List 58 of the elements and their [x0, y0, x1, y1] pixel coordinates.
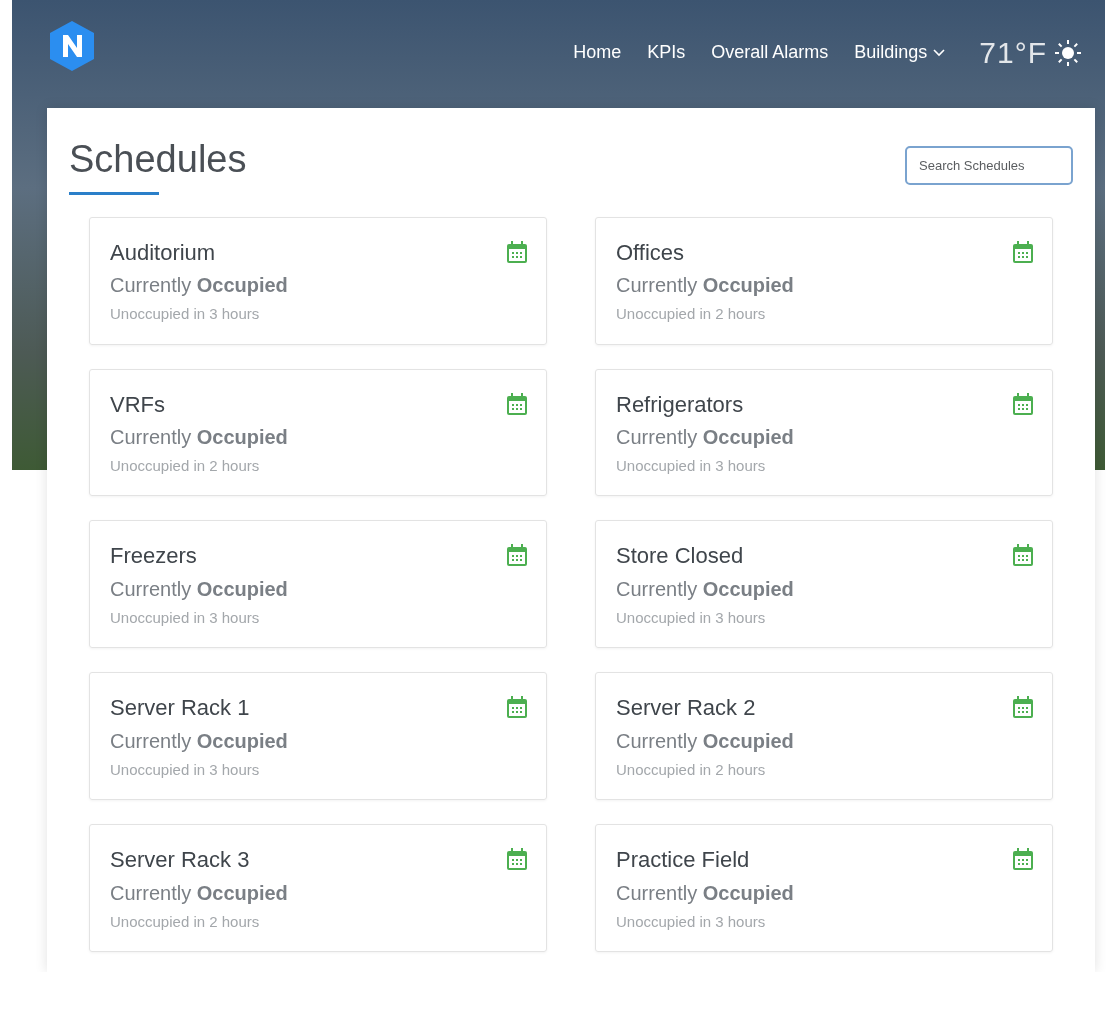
calendar-icon[interactable] [1012, 695, 1034, 720]
schedule-name: Server Rack 3 [110, 847, 251, 874]
next-change-text: Unoccupied in 3 hours [616, 455, 767, 476]
occupancy-status: Currently Occupied [616, 728, 794, 754]
schedule-card[interactable]: Freezers Currently Occupied Unoccupied in 3 hours [89, 520, 547, 649]
nav-link[interactable]: Buildings [854, 39, 946, 66]
schedule-card[interactable]: Server Rack 1 Currently Occupied Unoccupied in 3 hours [89, 672, 547, 801]
schedule-name: Refrigerators [616, 391, 745, 418]
next-change-text: Unoccupied in 2 hours [616, 304, 767, 325]
occupancy-status: Currently Occupied [616, 273, 794, 299]
calendar-icon[interactable] [506, 543, 528, 568]
calendar-icon[interactable] [506, 239, 528, 264]
schedule-card[interactable]: Store Closed Currently Occupied Unoccupied in 3 hours [595, 520, 1053, 649]
schedule-card[interactable]: Server Rack 2 Currently Occupied Unoccupied in 2 hours [595, 672, 1053, 801]
schedule-card[interactable]: Server Rack 3 Currently Occupied Unoccupied in 2 hours [89, 824, 547, 953]
occupancy-status: Currently Occupied [110, 273, 288, 299]
schedule-name: Offices [616, 239, 686, 267]
occupancy-status: Currently Occupied [616, 576, 794, 602]
occupancy-status: Currently Occupied [110, 880, 288, 906]
search-field[interactable]: Search Schedules [905, 146, 1073, 185]
schedule-card[interactable]: Auditorium Currently Occupied Unoccupied in 3 hours [89, 216, 547, 345]
calendar-icon[interactable] [506, 695, 528, 720]
calendar-icon[interactable] [506, 391, 528, 416]
calendar-icon[interactable] [1012, 239, 1034, 264]
next-change-text: Unoccupied in 3 hours [110, 304, 261, 325]
schedule-name: Store Closed [616, 543, 745, 570]
schedule-name: Server Rack 1 [110, 695, 251, 722]
next-change-text: Unoccupied in 3 hours [110, 759, 261, 780]
schedule-card[interactable]: Practice Field Currently Occupied Unoccupied in 3 hours [595, 824, 1053, 953]
next-change-text: Unoccupied in 3 hours [616, 911, 767, 932]
calendar-icon[interactable] [1012, 847, 1034, 872]
next-change-text: Unoccupied in 2 hours [110, 911, 261, 932]
schedule-card[interactable]: Refrigerators Currently Occupied Unoccupied in 3 hours [595, 368, 1053, 497]
page-title: Schedules [69, 138, 247, 182]
nav-link[interactable]: Home [573, 39, 622, 66]
schedule-name: Practice Field [616, 847, 751, 874]
occupancy-status: Currently Occupied [110, 576, 288, 602]
occupancy-status: Currently Occupied [616, 424, 794, 450]
schedule-name: Auditorium [110, 239, 217, 267]
temperature-text: 71°F [979, 35, 1047, 71]
schedule-name: Freezers [110, 543, 198, 570]
next-change-text: Unoccupied in 2 hours [110, 455, 261, 476]
calendar-icon[interactable] [1012, 391, 1034, 416]
schedule-card[interactable]: Offices Currently Occupied Unoccupied in 2 hours [595, 216, 1053, 345]
nav-link[interactable]: KPIs [647, 39, 686, 66]
schedule-name: Server Rack 2 [616, 695, 757, 722]
calendar-icon[interactable] [506, 847, 528, 872]
schedule-card[interactable]: VRFs Currently Occupied Unoccupied in 2 hours [89, 368, 547, 497]
calendar-icon[interactable] [1012, 543, 1034, 568]
occupancy-status: Currently Occupied [110, 424, 288, 450]
occupancy-status: Currently Occupied [616, 880, 794, 906]
nav-link[interactable]: Overall Alarms [711, 39, 829, 66]
sun-icon [1053, 37, 1083, 68]
next-change-text: Unoccupied in 3 hours [616, 607, 767, 628]
schedule-name: VRFs [110, 391, 166, 418]
next-change-text: Unoccupied in 3 hours [110, 607, 261, 628]
next-change-text: Unoccupied in 2 hours [616, 759, 767, 780]
occupancy-status: Currently Occupied [110, 728, 288, 754]
